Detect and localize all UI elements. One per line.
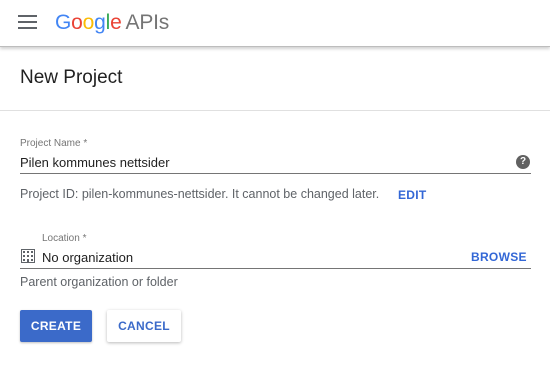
logo-letter-g1: G <box>55 11 72 34</box>
create-button[interactable]: CREATE <box>20 310 92 342</box>
project-name-label: Project Name * <box>20 138 88 149</box>
google-apis-logo[interactable]: Google APIs <box>55 10 169 36</box>
location-label: Location * <box>42 233 87 244</box>
title-divider <box>0 110 550 111</box>
location-helper-text: Parent organization or folder <box>20 275 178 289</box>
logo-letter-o1: o <box>71 11 83 34</box>
logo-product-name: APIs <box>125 11 170 34</box>
browse-location-button[interactable]: BROWSE <box>471 250 527 264</box>
hamburger-menu-icon[interactable] <box>18 13 38 31</box>
new-project-page: GoogleAPIs New Project Project Name * ? … <box>0 0 550 381</box>
project-name-underline <box>20 173 531 174</box>
cancel-button[interactable]: CANCEL <box>107 310 181 342</box>
page-title: New Project <box>20 67 123 88</box>
location-underline <box>20 268 531 269</box>
edit-project-id-button[interactable]: EDIT <box>398 188 427 202</box>
logo-letter-e: e <box>110 11 122 34</box>
project-name-input[interactable] <box>20 152 510 172</box>
help-circle-icon[interactable]: ? <box>516 155 530 169</box>
logo-letter-o2: o <box>82 11 95 34</box>
building-icon <box>21 249 35 263</box>
logo-letter-g2: g <box>94 11 106 34</box>
top-app-bar: Google APIs <box>0 0 550 47</box>
project-id-text: Project ID: pilen-kommunes-nettsider. It… <box>20 187 380 201</box>
location-value[interactable]: No organization <box>42 250 133 265</box>
